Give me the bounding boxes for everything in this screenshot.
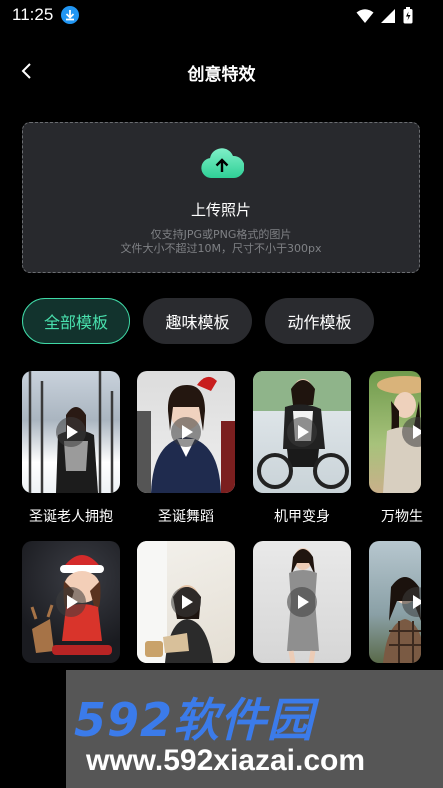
play-icon [287, 417, 317, 447]
download-icon [61, 6, 79, 24]
watermark-url: www.592xiazai.com [86, 744, 366, 777]
template-card[interactable] [253, 541, 351, 663]
template-card-everything-grows[interactable] [369, 371, 421, 493]
template-label: 机甲变身 [274, 509, 330, 525]
template-card-christmas-dance[interactable] [137, 371, 235, 493]
upload-hint-size: 文件大小不超过10M，尺寸不小于300px [120, 242, 322, 255]
template-card-mecha-transform[interactable] [253, 371, 351, 493]
play-icon [56, 587, 86, 617]
template-label: 万物生 [381, 509, 423, 525]
status-time: 11:25 [12, 5, 54, 24]
tab-all-templates[interactable]: 全部模板 [22, 298, 130, 344]
play-icon [171, 417, 201, 447]
battery-icon [403, 7, 413, 24]
template-label: 圣诞老人拥抱 [29, 509, 113, 525]
template-tabs: 全部模板 趣味模板 动作模板 [22, 298, 374, 344]
template-card-santa-hug[interactable] [22, 371, 120, 493]
play-icon [287, 587, 317, 617]
tab-action-templates[interactable]: 动作模板 [265, 298, 374, 344]
page-title: 创意特效 [187, 65, 256, 85]
watermark-brand: 592软件园 [74, 693, 315, 747]
template-card[interactable] [22, 541, 120, 663]
cloud-upload-icon [201, 148, 244, 178]
status-bar: 11:25 [0, 0, 443, 32]
wifi-icon [356, 8, 374, 23]
signal-icon [381, 8, 395, 23]
upload-title: 上传照片 [190, 201, 251, 219]
play-icon [171, 587, 201, 617]
play-icon [56, 417, 86, 447]
template-card[interactable] [369, 541, 421, 663]
template-label: 圣诞舞蹈 [158, 509, 214, 525]
watermark: 592软件园 www.592xiazai.com [66, 670, 443, 788]
template-card[interactable] [137, 541, 235, 663]
upload-photo-area[interactable]: 上传照片 仅支持JPG或PNG格式的图片 文件大小不超过10M，尺寸不小于300… [22, 122, 420, 273]
tab-fun-templates[interactable]: 趣味模板 [143, 298, 252, 344]
